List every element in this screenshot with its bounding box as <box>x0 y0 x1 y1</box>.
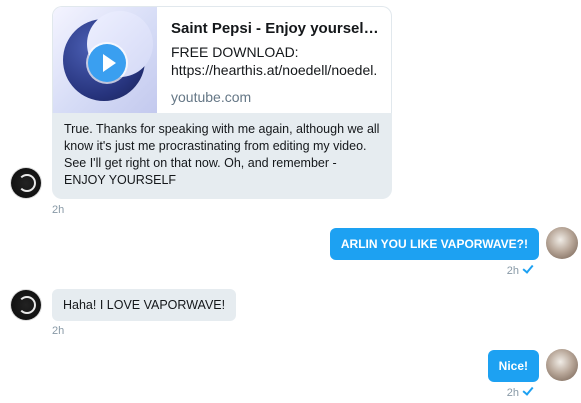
message-text: Haha! I LOVE VAPORWAVE! <box>63 298 226 312</box>
avatar[interactable] <box>546 227 578 259</box>
message-status: 2h <box>506 262 534 277</box>
link-card-title[interactable]: Saint Pepsi - Enjoy yourself ... <box>171 20 383 37</box>
read-check-icon <box>522 384 534 396</box>
incoming-message-bubble: True. Thanks for speaking with me again,… <box>52 113 392 199</box>
avatar[interactable] <box>11 168 41 198</box>
message-text: True. Thanks for speaking with me again,… <box>64 122 380 187</box>
link-card-description: FREE DOWNLOAD: https://hearthis.at/noede… <box>171 44 378 78</box>
video-thumbnail[interactable] <box>53 7 157 113</box>
incoming-message-bubble: Haha! I LOVE VAPORWAVE! <box>52 289 237 321</box>
message-timestamp: 2h <box>52 325 65 337</box>
message-status: 2h <box>506 384 534 399</box>
link-preview-card[interactable]: Saint Pepsi - Enjoy yourself ... FREE DO… <box>52 6 392 113</box>
message-timestamp: 2h <box>506 387 519 399</box>
outgoing-message-bubble: ARLIN YOU LIKE VAPORWAVE?! <box>329 228 539 260</box>
read-check-icon <box>522 262 534 274</box>
message-timestamp: 2h <box>52 204 65 216</box>
avatar[interactable] <box>546 349 578 381</box>
message-timestamp: 2h <box>506 265 519 277</box>
message-text: ARLIN YOU LIKE VAPORWAVE?! <box>340 237 528 251</box>
link-card-domain: youtube.com <box>171 89 252 105</box>
message-text: Nice! <box>498 359 528 373</box>
outgoing-message-bubble: Nice! <box>487 350 539 382</box>
avatar[interactable] <box>11 290 41 320</box>
